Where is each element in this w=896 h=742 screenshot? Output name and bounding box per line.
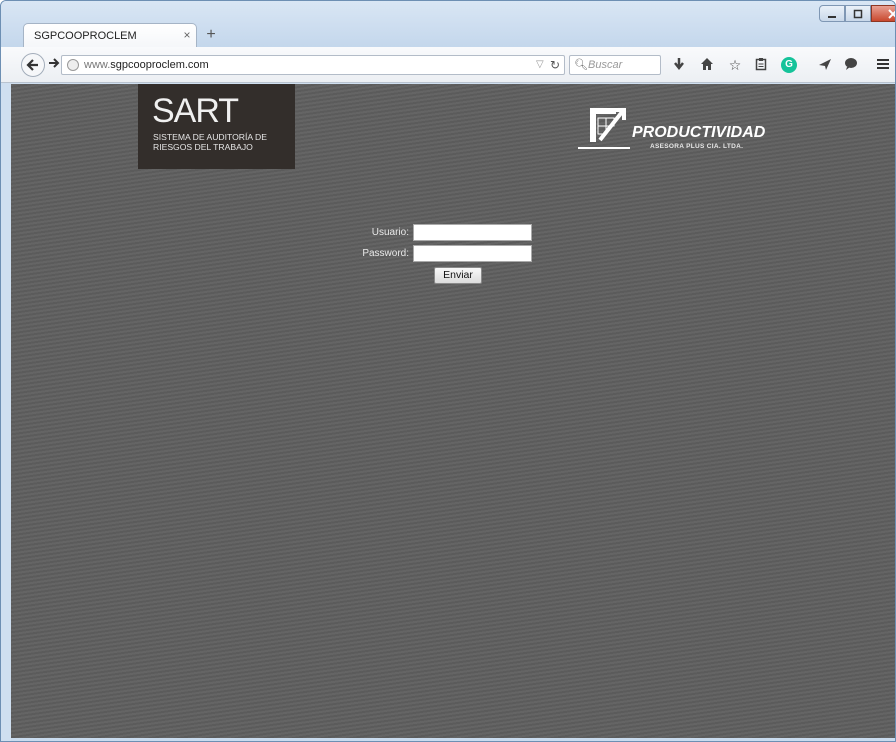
url-bar[interactable]: www.sgpcooproclem.com ▽ ↻ [61, 55, 565, 75]
new-tab-icon[interactable]: + [203, 27, 219, 43]
productividad-logo-subtitle: ASESORA PLUS CIA. LTDA. [650, 143, 744, 150]
url-domain: sgpcooproclem.com [110, 59, 209, 71]
enviar-button[interactable]: Enviar [434, 267, 482, 284]
forward-button[interactable] [47, 57, 61, 71]
maximize-icon [853, 9, 863, 19]
page-content: SART SISTEMA DE AUDITORÍA DE RIESGOS DEL… [11, 84, 895, 738]
productividad-logo-title: PRODUCTIVIDAD [632, 124, 766, 141]
home-icon[interactable] [699, 57, 715, 73]
url-text: www.sgpcooproclem.com [84, 59, 209, 71]
productividad-logo: PRODUCTIVIDAD ASESORA PLUS CIA. LTDA. [576, 104, 776, 154]
search-bar[interactable]: 🔍︎ Buscar [569, 55, 661, 75]
download-icon[interactable] [671, 57, 687, 73]
window-bottom-edge [11, 738, 895, 741]
close-icon [888, 9, 895, 19]
minimize-icon [828, 16, 836, 18]
browser-window: SGPCOOPROCLEM × + www.sgpcooproclem.com [0, 0, 896, 742]
send-icon[interactable] [817, 57, 833, 73]
globe-icon [67, 59, 79, 71]
maximize-button[interactable] [845, 5, 871, 22]
password-label: Password: [362, 248, 409, 259]
back-arrow-icon [26, 59, 38, 71]
hamburger-menu-icon[interactable] [875, 57, 891, 73]
sart-logo-subtitle-line2: RIESGOS DEL TRABAJO [153, 142, 253, 152]
sart-logo-subtitle-line1: SISTEMA DE AUDITORÍA DE [153, 132, 267, 142]
sart-logo: SART SISTEMA DE AUDITORÍA DE RIESGOS DEL… [138, 84, 295, 169]
grammarly-icon[interactable]: G [781, 57, 797, 73]
password-input[interactable] [413, 245, 532, 262]
close-window-button[interactable] [871, 5, 895, 22]
navigation-bar: www.sgpcooproclem.com ▽ ↻ 🔍︎ Buscar ☆ G [1, 47, 895, 83]
sart-logo-title: SART [152, 92, 239, 130]
search-icon: 🔍︎ [574, 59, 588, 71]
back-button[interactable] [21, 53, 45, 77]
title-bar: SGPCOOPROCLEM × + [1, 1, 895, 49]
reload-icon[interactable]: ↻ [550, 58, 560, 72]
tab-close-icon[interactable]: × [180, 28, 194, 42]
username-input[interactable] [413, 224, 532, 241]
url-dropdown-icon[interactable]: ▽ [536, 59, 544, 70]
window-controls [819, 5, 895, 25]
chat-icon[interactable] [843, 57, 859, 73]
search-placeholder: Buscar [588, 59, 623, 71]
tab-sgpcooproclem[interactable]: SGPCOOPROCLEM × [23, 23, 197, 49]
username-label: Usuario: [371, 227, 409, 238]
star-icon[interactable]: ☆ [727, 57, 743, 73]
url-prefix: www. [84, 59, 111, 71]
tab-title: SGPCOOPROCLEM [34, 30, 137, 42]
clipboard-icon[interactable] [753, 57, 769, 73]
productividad-logo-mark-icon [578, 108, 630, 149]
forward-arrow-icon [49, 58, 60, 68]
minimize-button[interactable] [819, 5, 845, 22]
